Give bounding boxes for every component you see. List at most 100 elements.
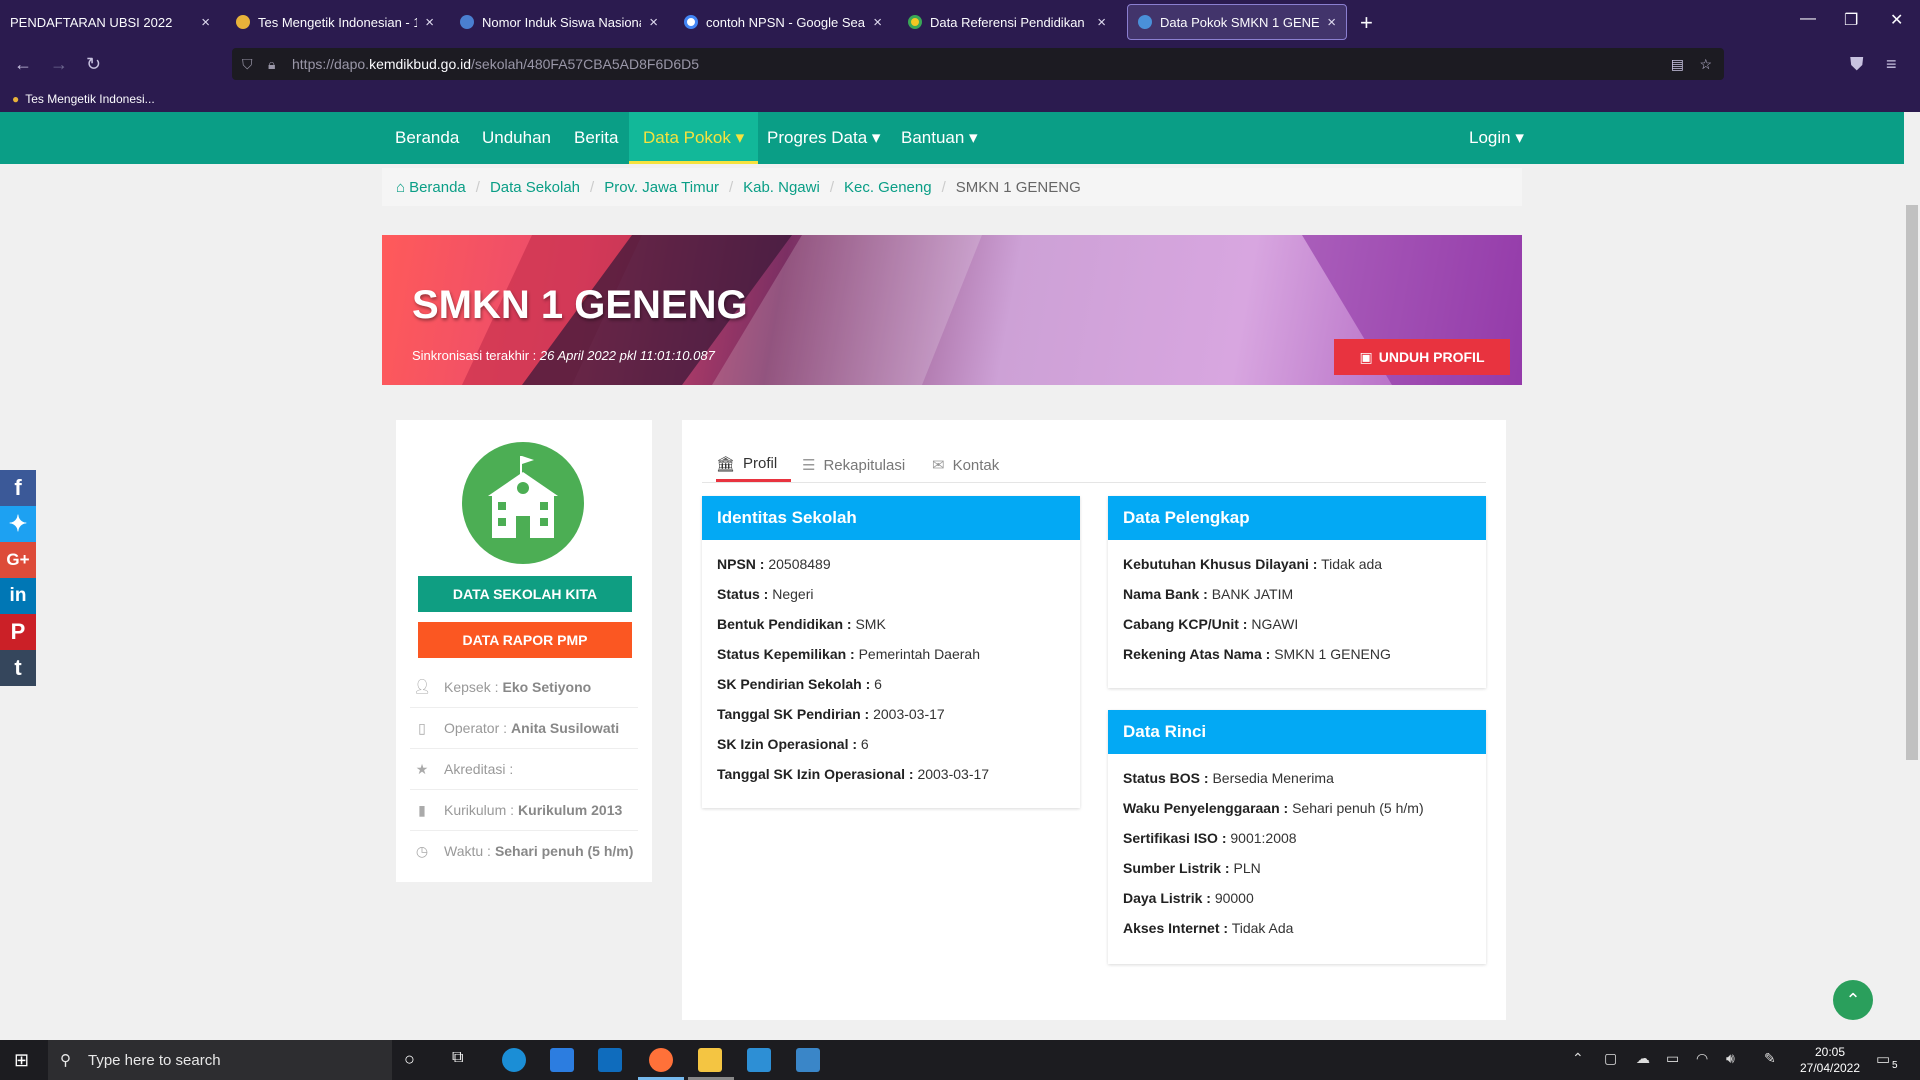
tab-favicon-icon xyxy=(1138,15,1152,29)
notification-icon[interactable]: ▭ xyxy=(1876,1050,1890,1068)
breadcrumb-separator: / xyxy=(590,178,595,196)
url-host: kemdikbud.go.id xyxy=(369,56,472,72)
reader-view-icon[interactable]: ▤ xyxy=(1671,56,1684,73)
breadcrumb-separator: / xyxy=(475,178,480,196)
tab-profil[interactable]: 🏛︎ Profil xyxy=(716,448,792,482)
browser-tab[interactable]: Nomor Induk Siswa Nasional × xyxy=(450,4,668,40)
info-label: Akreditasi : xyxy=(444,761,514,777)
twitter-icon[interactable]: ✦ xyxy=(0,506,36,542)
url-path: /sekolah/480FA57CBA5AD8F6D6D5 xyxy=(471,56,700,72)
meet-now-icon[interactable]: ▢ xyxy=(1604,1050,1617,1067)
forward-icon[interactable]: → xyxy=(50,54,68,75)
close-window-icon[interactable]: ✕ xyxy=(1890,10,1903,30)
vscode-icon[interactable] xyxy=(747,1048,771,1072)
close-icon[interactable]: × xyxy=(425,14,434,31)
panel-title: Identitas Sekolah xyxy=(702,496,1080,540)
shield-icon[interactable]: ⛉ xyxy=(242,56,253,73)
tab-rekapitulasi[interactable]: ☰ Rekapitulasi xyxy=(802,448,905,482)
info-waktu: ◷ Waktu : Sehari penuh (5 h/m) xyxy=(410,830,638,871)
bookmark-star-icon[interactable]: ☆ xyxy=(1699,56,1712,73)
restore-icon[interactable]: ❐ xyxy=(1844,10,1858,30)
taskbar-search-input[interactable]: ⚲ Type here to search xyxy=(48,1040,392,1080)
field-value: PLN xyxy=(1233,860,1261,876)
field-key: Akses Internet : xyxy=(1123,920,1229,936)
tab-kontak[interactable]: ✉ Kontak xyxy=(932,448,999,482)
sync-value: 26 April 2022 pkl 11:01:10.087 xyxy=(539,348,715,363)
googleplus-icon[interactable]: G+ xyxy=(0,542,36,578)
linkedin-icon[interactable]: in xyxy=(0,578,36,614)
minimize-icon[interactable]: — xyxy=(1800,10,1816,28)
close-icon[interactable]: × xyxy=(873,14,882,31)
cortana-icon[interactable]: ○ xyxy=(404,1049,415,1070)
field-value: Negeri xyxy=(772,586,814,602)
breadcrumb-kabupaten[interactable]: Kab. Ngawi xyxy=(743,179,820,196)
field-key: Status Kepemilikan : xyxy=(717,646,855,662)
pinterest-icon[interactable]: P xyxy=(0,614,36,650)
field-daya-listrik: Daya Listrik : 90000 xyxy=(1123,890,1254,906)
breadcrumb-current: SMKN 1 GENENG xyxy=(955,178,1081,196)
url-prefix: https://dapo. xyxy=(292,56,370,72)
taskbar-clock[interactable]: 20:05 27/04/2022 xyxy=(1798,1044,1862,1076)
close-icon[interactable]: × xyxy=(1097,14,1106,31)
wifi-icon[interactable]: ◠ xyxy=(1696,1050,1708,1067)
browser-tab[interactable]: contoh NPSN - Google Search × xyxy=(674,4,892,40)
close-icon[interactable]: × xyxy=(1327,14,1336,31)
task-view-icon[interactable]: ⧉ xyxy=(452,1049,463,1067)
back-icon[interactable]: ← xyxy=(14,54,32,75)
nav-login[interactable]: Login ▾ xyxy=(1455,112,1538,164)
data-rapor-pmp-button[interactable]: DATA RAPOR PMP xyxy=(418,622,632,658)
field-key: Waku Penyelenggaraan : xyxy=(1123,800,1289,816)
facebook-icon[interactable]: f xyxy=(0,470,36,506)
tab-label: Rekapitulasi xyxy=(823,456,906,474)
close-icon[interactable]: × xyxy=(201,14,210,31)
reload-icon[interactable]: ↻ xyxy=(86,54,101,75)
scrollbar-thumb[interactable] xyxy=(1906,205,1918,760)
nav-bantuan[interactable]: Bantuan ▾ xyxy=(887,112,992,164)
close-icon[interactable]: × xyxy=(649,14,658,31)
menu-icon[interactable]: ≡ xyxy=(1886,54,1897,75)
browser-tab[interactable]: Tes Mengetik Indonesian - 10Fa × xyxy=(226,4,444,40)
firefox-icon[interactable] xyxy=(649,1048,673,1072)
nav-unduhan[interactable]: Unduhan xyxy=(468,112,565,164)
tumblr-icon[interactable]: t xyxy=(0,650,36,686)
breadcrumb-provinsi[interactable]: Prov. Jawa Timur xyxy=(604,179,719,196)
breadcrumb-data-sekolah[interactable]: Data Sekolah xyxy=(490,179,580,196)
lock-icon[interactable]: 🔒︎ xyxy=(268,56,275,73)
windows-start-icon[interactable]: ⊞ xyxy=(14,1050,29,1071)
new-tab-button[interactable]: + xyxy=(1360,10,1373,36)
bookmark-item[interactable]: Tes Mengetik Indonesi... xyxy=(25,92,154,106)
photos-icon[interactable] xyxy=(796,1048,820,1072)
breadcrumb-kecamatan[interactable]: Kec. Geneng xyxy=(844,179,932,196)
volume-icon[interactable]: 🔊︎ xyxy=(1726,1050,1735,1067)
onedrive-icon[interactable]: ☁ xyxy=(1636,1050,1650,1067)
nav-data-pokok[interactable]: Data Pokok ▾ xyxy=(629,112,759,164)
pen-icon[interactable]: ✎ xyxy=(1764,1050,1776,1067)
search-placeholder: Type here to search xyxy=(88,1051,221,1069)
chevron-up-icon[interactable]: ⌃ xyxy=(1572,1050,1584,1067)
data-sekolah-kita-button[interactable]: DATA SEKOLAH KITA xyxy=(418,576,632,612)
file-explorer-icon[interactable] xyxy=(698,1048,722,1072)
browser-tab-active[interactable]: Data Pokok SMKN 1 GENENG - × xyxy=(1127,4,1347,40)
field-tanggal-sk-pendirian: Tanggal SK Pendirian : 2003-03-17 xyxy=(717,706,945,722)
nav-beranda[interactable]: Beranda xyxy=(381,112,473,164)
info-label: Kepsek : xyxy=(444,678,499,695)
mail-icon[interactable] xyxy=(598,1048,622,1072)
store-icon[interactable] xyxy=(550,1048,574,1072)
nav-berita[interactable]: Berita xyxy=(560,112,632,164)
tab-favicon-icon xyxy=(460,15,474,29)
home-icon[interactable]: ⌂ xyxy=(396,179,405,196)
data-pelengkap-panel: Data Pelengkap Kebutuhan Khusus Dilayani… xyxy=(1108,496,1486,688)
pocket-icon[interactable]: ⛊ xyxy=(1850,54,1864,75)
browser-tab[interactable]: Data Referensi Pendidikan × xyxy=(898,4,1116,40)
nav-progres-data[interactable]: Progres Data ▾ xyxy=(753,112,894,164)
tab-favicon-icon xyxy=(236,15,250,29)
breadcrumb-beranda[interactable]: Beranda xyxy=(409,179,466,196)
battery-icon[interactable]: ▭ xyxy=(1666,1050,1679,1067)
back-to-top-button[interactable]: ⌃ xyxy=(1833,980,1873,1020)
download-profile-button[interactable]: ▣ UNDUH PROFIL xyxy=(1334,339,1510,375)
panel-title: Data Pelengkap xyxy=(1108,496,1486,540)
edge-icon[interactable] xyxy=(502,1048,526,1072)
browser-tab[interactable]: PENDAFTARAN UBSI 2022 × xyxy=(0,4,220,40)
field-sumber-listrik: Sumber Listrik : PLN xyxy=(1123,860,1261,876)
address-bar[interactable]: ⛉ 🔒︎ https://dapo. kemdikbud.go.id/sekola… xyxy=(232,48,1724,80)
